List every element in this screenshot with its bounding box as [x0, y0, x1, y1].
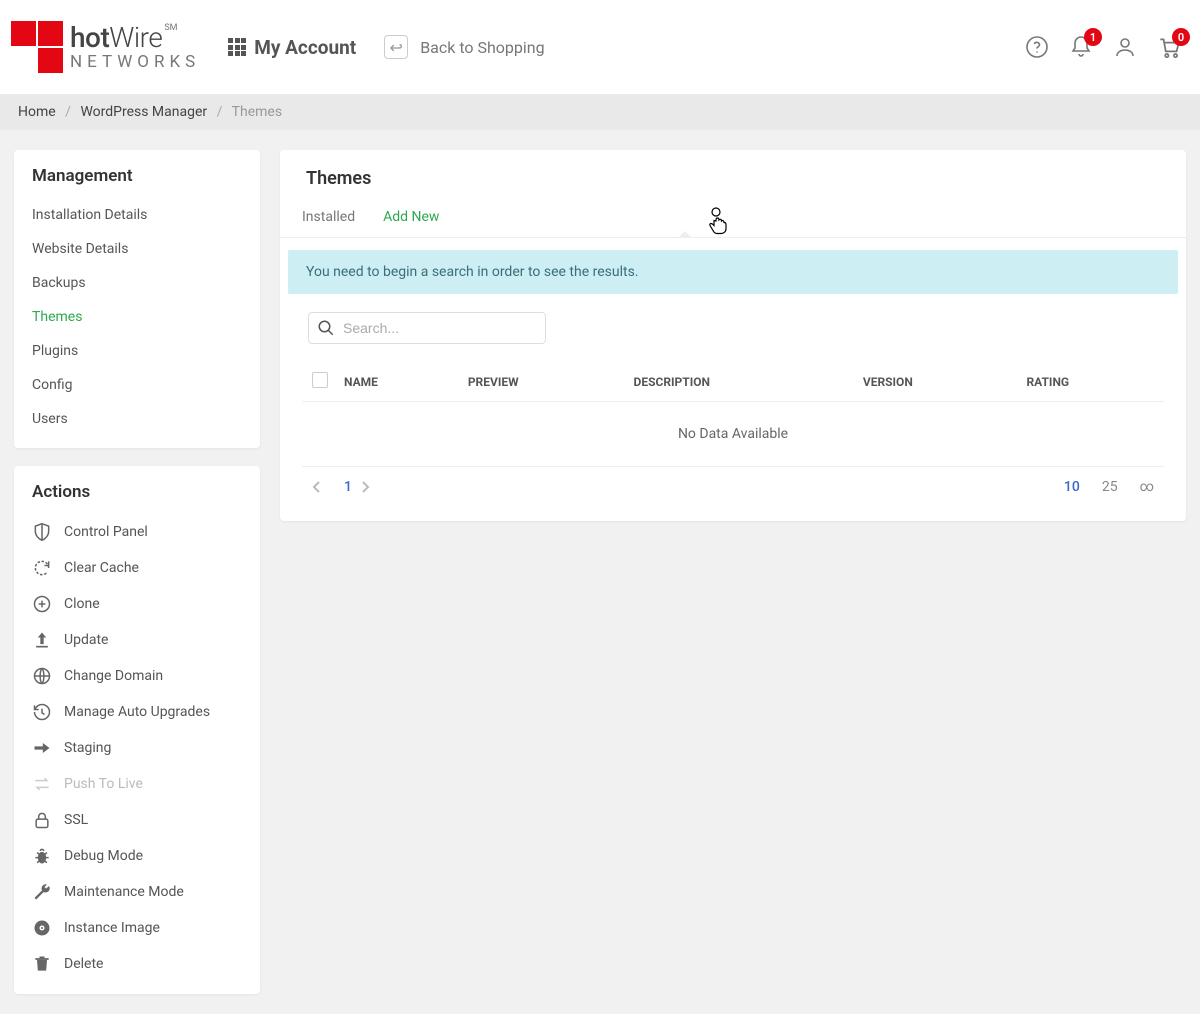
action-label: Update — [64, 632, 108, 648]
page-prev[interactable] — [312, 480, 336, 494]
actions-title: Actions — [14, 482, 260, 514]
tab-add-new[interactable]: Add New — [383, 209, 439, 237]
col-description[interactable]: DESCRIPTION — [626, 362, 855, 402]
col-version[interactable]: VERSION — [855, 362, 1019, 402]
action-clone[interactable]: Clone — [14, 586, 260, 622]
action-label: SSL — [64, 812, 88, 828]
back-to-shopping-link[interactable]: ↩ Back to Shopping — [384, 35, 544, 59]
sidebar-item-themes[interactable]: Themes — [14, 300, 260, 334]
notifications-button[interactable]: 1 — [1068, 34, 1094, 60]
bell-badge: 1 — [1084, 28, 1102, 46]
info-alert: You need to begin a search in order to s… — [288, 250, 1178, 294]
action-label: Change Domain — [64, 668, 163, 684]
action-control-panel[interactable]: Control Panel — [14, 514, 260, 550]
plus-circle-icon — [32, 594, 52, 614]
top-bar: hotWireSM NETWORKS My Account ↩ Back to … — [0, 0, 1200, 94]
history-icon — [32, 702, 52, 722]
sidebar-item-users[interactable]: Users — [14, 402, 260, 436]
logo-squares-icon — [10, 20, 64, 74]
select-all-checkbox[interactable] — [312, 372, 328, 388]
lock-icon — [32, 810, 52, 830]
my-account-label: My Account — [254, 36, 356, 59]
help-circle-icon — [1025, 35, 1049, 59]
breadcrumb: Home / WordPress Manager / Themes — [0, 94, 1200, 130]
cart-button[interactable]: 0 — [1156, 34, 1182, 60]
action-label: Clear Cache — [64, 560, 139, 576]
tabs: Installed Add New — [280, 209, 1186, 238]
swap-icon — [32, 774, 52, 794]
page-1[interactable]: 1 — [336, 479, 360, 495]
no-data-row: No Data Available — [302, 402, 1164, 467]
pointer-hand-icon — [706, 207, 730, 235]
bug-icon — [32, 846, 52, 866]
sidebar-item-config[interactable]: Config — [14, 368, 260, 402]
account-button[interactable] — [1112, 34, 1138, 60]
page-next[interactable] — [360, 480, 384, 494]
crumb-home[interactable]: Home — [18, 104, 56, 120]
management-panel: Management Installation DetailsWebsite D… — [14, 150, 260, 448]
management-title: Management — [14, 166, 260, 198]
action-debug-mode[interactable]: Debug Mode — [14, 838, 260, 874]
tab-installed[interactable]: Installed — [302, 209, 355, 237]
globe-icon — [32, 666, 52, 686]
return-key-icon: ↩ — [384, 35, 408, 59]
page-size-infinity[interactable]: ∞ — [1140, 479, 1154, 495]
refresh-dashed-icon — [32, 558, 52, 578]
action-label: Staging — [64, 740, 111, 756]
user-icon — [1113, 35, 1137, 59]
search-box[interactable] — [308, 312, 546, 344]
sidebar-item-plugins[interactable]: Plugins — [14, 334, 260, 368]
actions-panel: Actions Control Panel Clear Cache Clone Upd… — [14, 466, 260, 994]
action-label: Manage Auto Upgrades — [64, 704, 210, 720]
action-label: Instance Image — [64, 920, 160, 936]
action-instance-image[interactable]: Instance Image — [14, 910, 260, 946]
action-manage-auto-upgrades[interactable]: Manage Auto Upgrades — [14, 694, 260, 730]
trash-icon — [32, 954, 52, 974]
sidebar-item-backups[interactable]: Backups — [14, 266, 260, 300]
col-preview[interactable]: PREVIEW — [460, 362, 626, 402]
search-input[interactable] — [343, 320, 537, 336]
back-to-shopping-label: Back to Shopping — [420, 38, 544, 57]
shield-icon — [32, 522, 52, 542]
my-account-menu[interactable]: My Account — [228, 36, 356, 59]
page-title: Themes — [302, 168, 1164, 189]
action-label: Debug Mode — [64, 848, 143, 864]
cart-badge: 0 — [1172, 28, 1190, 46]
upload-icon — [32, 630, 52, 650]
main-content: Themes Installed Add New You need to beg… — [280, 150, 1186, 521]
action-change-domain[interactable]: Change Domain — [14, 658, 260, 694]
action-delete[interactable]: Delete — [14, 946, 260, 982]
crumb-wp-manager[interactable]: WordPress Manager — [80, 104, 207, 120]
action-push-to-live: Push To Live — [14, 766, 260, 802]
crumb-current: Themes — [232, 104, 282, 120]
disc-icon — [32, 918, 52, 938]
apps-grid-icon — [228, 38, 246, 56]
logo-text: hotWireSM NETWORKS — [70, 24, 200, 71]
action-label: Maintenance Mode — [64, 884, 184, 900]
sidebar-item-website-details[interactable]: Website Details — [14, 232, 260, 266]
page-size-25[interactable]: 25 — [1102, 479, 1118, 495]
action-label: Delete — [64, 956, 103, 972]
col-rating[interactable]: RATING — [1018, 362, 1164, 402]
search-icon — [317, 319, 335, 337]
action-label: Clone — [64, 596, 100, 612]
wrench-icon — [32, 882, 52, 902]
sidebar-item-installation-details[interactable]: Installation Details — [14, 198, 260, 232]
brand-logo[interactable]: hotWireSM NETWORKS — [10, 20, 200, 74]
action-update[interactable]: Update — [14, 622, 260, 658]
col-name[interactable]: NAME — [336, 362, 460, 402]
results-table: NAME PREVIEW DESCRIPTION VERSION RATING … — [302, 362, 1164, 467]
action-label: Push To Live — [64, 776, 143, 792]
help-button[interactable] — [1024, 34, 1050, 60]
pagination: 1 10 25 ∞ — [302, 467, 1164, 513]
action-clear-cache[interactable]: Clear Cache — [14, 550, 260, 586]
action-maintenance-mode[interactable]: Maintenance Mode — [14, 874, 260, 910]
action-staging[interactable]: Staging — [14, 730, 260, 766]
arrow-right-bold-icon — [32, 738, 52, 758]
action-ssl[interactable]: SSL — [14, 802, 260, 838]
action-label: Control Panel — [64, 524, 148, 540]
page-size-10[interactable]: 10 — [1064, 479, 1080, 495]
